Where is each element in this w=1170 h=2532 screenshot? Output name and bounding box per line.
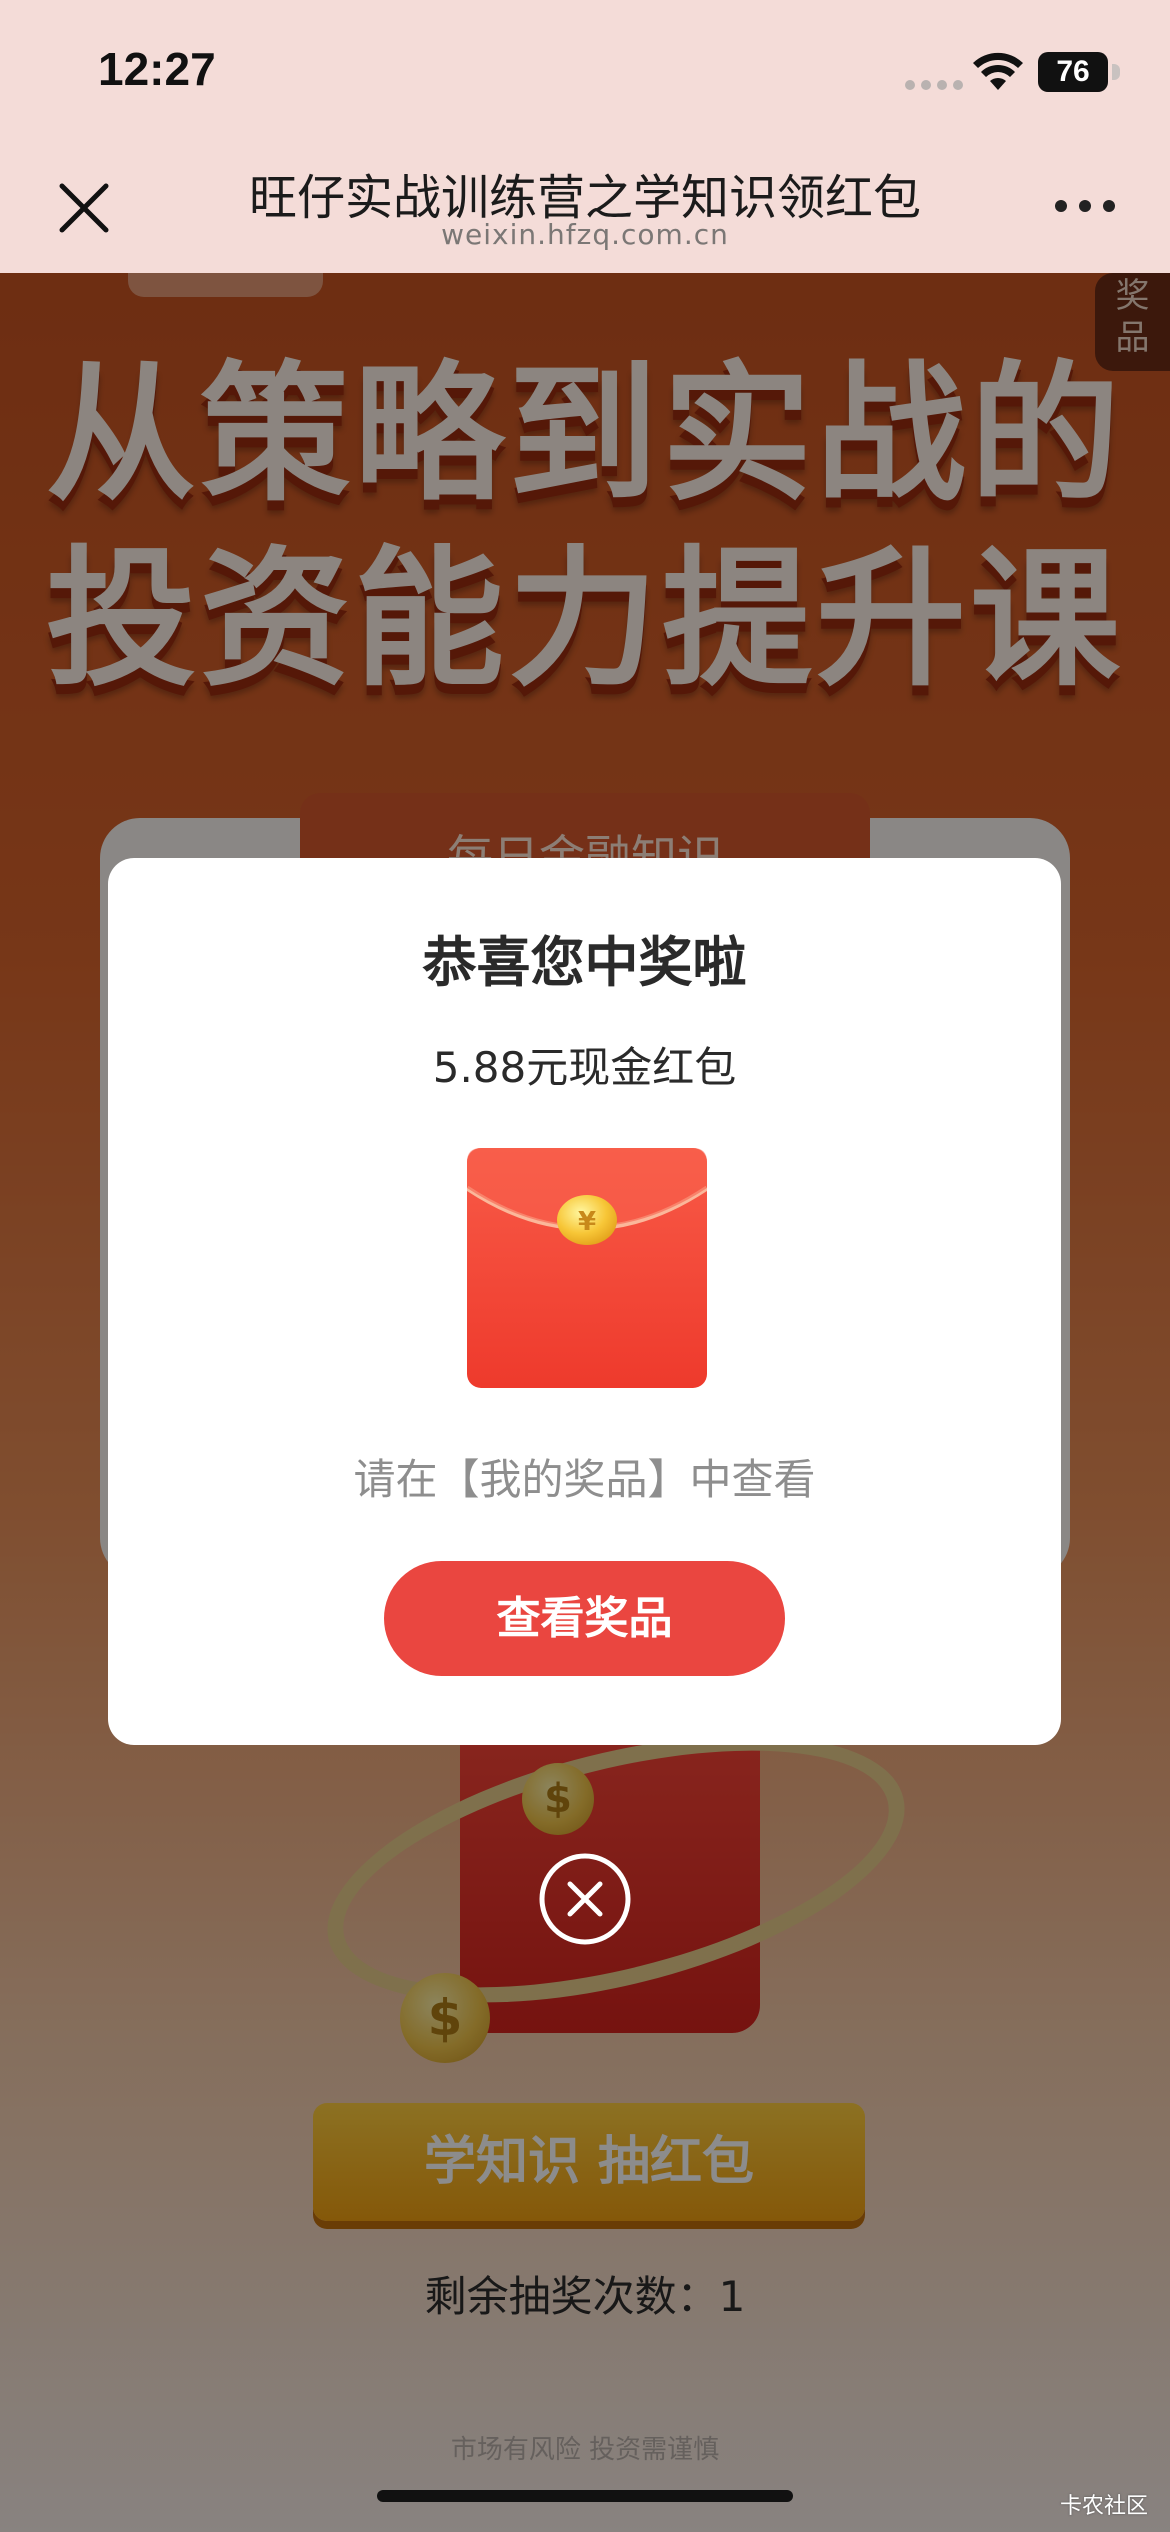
modal-title: 恭喜您中奖啦 xyxy=(422,931,747,994)
cellular-signal-icon xyxy=(905,80,963,92)
view-prize-button[interactable]: 查看奖品 xyxy=(384,1561,785,1676)
battery-icon: 76 xyxy=(1038,52,1108,92)
red-envelope-icon: ¥ xyxy=(467,1148,707,1388)
prize-amount: 5.88元现金红包 xyxy=(432,1043,737,1092)
watermark: 卡农社区 xyxy=(1060,2494,1149,2519)
modal-hint: 请在【我的奖品】中查看 xyxy=(353,1455,816,1504)
home-indicator[interactable] xyxy=(377,2490,793,2502)
battery-tip xyxy=(1112,64,1120,80)
close-modal-icon[interactable] xyxy=(538,1852,632,1946)
status-bar: 12:27 76 xyxy=(0,0,1170,145)
page-url: weixin.hfzq.com.cn xyxy=(441,218,729,251)
yuan-symbol: ¥ xyxy=(578,1207,596,1237)
prize-modal: 恭喜您中奖啦 5.88元现金红包 ¥ 请在【我的奖品】中查看 查看奖品 xyxy=(108,858,1061,1745)
more-options-icon[interactable] xyxy=(1055,200,1115,214)
status-time: 12:27 xyxy=(98,43,216,95)
wifi-icon xyxy=(973,52,1023,90)
